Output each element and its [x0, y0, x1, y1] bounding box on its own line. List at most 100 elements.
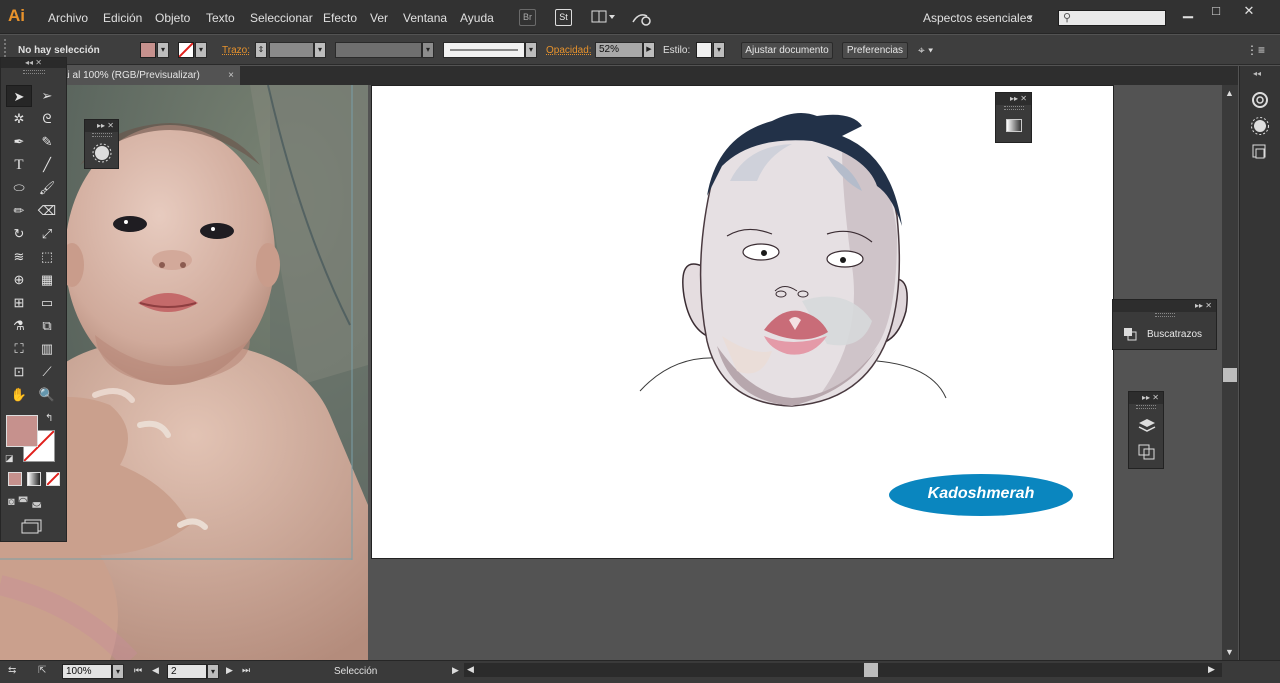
eyedropper-tool-icon[interactable]: ⚗: [6, 315, 32, 337]
horizontal-scroll-thumb[interactable]: [864, 663, 878, 677]
stroke-weight-stepper[interactable]: ⇕: [255, 42, 267, 58]
layers-mini-panel[interactable]: ▸▸ ✕: [1128, 391, 1164, 469]
pathfinder-title[interactable]: Buscatrazos: [1147, 329, 1202, 340]
scroll-up-icon[interactable]: ▲: [1225, 88, 1234, 98]
brush-definition[interactable]: [443, 42, 525, 58]
drawing-modes-icon[interactable]: ◙ ◚ ◛: [8, 495, 60, 511]
pen-tool-icon[interactable]: ✒: [6, 131, 32, 153]
rotate-view-mini-panel[interactable]: ▸▸ ✕: [84, 119, 119, 169]
zoom-field[interactable]: 100%: [62, 664, 112, 679]
close-tab-icon[interactable]: ×: [228, 66, 234, 85]
direct-selection-tool-icon[interactable]: ➢: [34, 85, 60, 107]
magic-wand-tool-icon[interactable]: ✲: [6, 108, 32, 130]
layers-icon[interactable]: [1137, 417, 1157, 435]
zoom-dropdown[interactable]: ▾: [112, 664, 124, 679]
gradient-tool-icon[interactable]: ▭: [34, 292, 60, 314]
warp-tool-icon[interactable]: ≋: [6, 246, 32, 268]
free-transform-tool-icon[interactable]: ⬚: [34, 246, 60, 268]
swap-fill-stroke-icon[interactable]: ↰: [45, 413, 53, 424]
stroke-label[interactable]: Trazo:: [222, 45, 250, 56]
brush-dropdown[interactable]: ▾: [525, 42, 537, 58]
eraser-tool-icon[interactable]: ⌫: [34, 200, 60, 222]
line-tool-icon[interactable]: ╱: [34, 154, 60, 176]
rotate-tool-icon[interactable]: ↻: [6, 223, 32, 245]
type-tool-icon[interactable]: T: [6, 154, 32, 176]
panel-menu-icon[interactable]: ⋮≡: [1246, 43, 1265, 57]
curvature-tool-icon[interactable]: ✎: [34, 131, 60, 153]
scroll-left-icon[interactable]: ◀: [467, 664, 474, 675]
creative-cloud-libraries-icon[interactable]: [1247, 90, 1273, 110]
scroll-right-icon[interactable]: ▶: [1208, 664, 1215, 675]
stock-icon[interactable]: St: [555, 9, 572, 26]
menu-archivo[interactable]: Archivo: [48, 11, 88, 25]
variable-width-profile[interactable]: [335, 42, 422, 58]
graphic-style-swatch[interactable]: [696, 42, 712, 58]
document-tab[interactable]: ai al 100% (RGB/Previsualizar) ×: [60, 66, 240, 85]
fill-swatch[interactable]: [140, 42, 156, 58]
artboard-dropdown[interactable]: ▾: [207, 664, 219, 679]
menu-efecto[interactable]: Efecto: [323, 11, 357, 25]
symbol-sprayer-tool-icon[interactable]: ⛶: [6, 338, 32, 360]
pencil-tool-icon[interactable]: ✏: [6, 200, 32, 222]
pathfinder-icon[interactable]: [1123, 327, 1137, 341]
share-icon[interactable]: ⇆: [8, 665, 16, 676]
panel-grip[interactable]: [1003, 106, 1024, 110]
current-tool-status[interactable]: Selección: [334, 666, 377, 677]
gradient-mode-icon[interactable]: [27, 472, 41, 486]
menu-edicion[interactable]: Edición: [103, 11, 142, 25]
panel-grip[interactable]: [23, 70, 45, 74]
stroke-weight-field[interactable]: [269, 42, 314, 58]
selection-tool-icon[interactable]: ➤: [6, 85, 32, 107]
variable-width-dropdown[interactable]: ▾: [422, 42, 434, 58]
tools-panel-header[interactable]: ◂◂ ✕: [1, 58, 66, 68]
gpu-performance-icon[interactable]: [631, 10, 653, 26]
menu-ayuda[interactable]: Ayuda: [460, 11, 494, 25]
fit-document-button[interactable]: Ajustar documento: [741, 42, 833, 59]
lasso-tool-icon[interactable]: ᘓ: [34, 108, 60, 130]
artboard-number-field[interactable]: 2: [167, 664, 207, 679]
pathfinder-panel[interactable]: ▸▸ ✕ Buscatrazos: [1112, 299, 1217, 350]
scroll-down-icon[interactable]: ▼: [1225, 647, 1234, 657]
expand-panels-icon[interactable]: ◂◂: [1253, 69, 1261, 78]
panel-grip[interactable]: [91, 133, 112, 137]
export-icon[interactable]: ⇱: [38, 665, 46, 676]
search-input[interactable]: ⚲: [1058, 10, 1166, 26]
chevron-down-icon[interactable]: ▾: [1028, 12, 1033, 23]
stroke-dropdown[interactable]: ▾: [195, 42, 207, 58]
previous-artboard-icon[interactable]: ◀: [152, 665, 159, 676]
panel-grip[interactable]: [1136, 405, 1156, 409]
first-artboard-icon[interactable]: ⏮: [134, 665, 142, 676]
workspace-switcher[interactable]: Aspectos esenciales: [923, 11, 1032, 25]
appearance-icon[interactable]: [1247, 116, 1273, 136]
menu-objeto[interactable]: Objeto: [155, 11, 190, 25]
menu-texto[interactable]: Texto: [206, 11, 235, 25]
gradient-icon[interactable]: [1006, 119, 1022, 132]
fill-color-box[interactable]: [6, 415, 38, 447]
menu-seleccionar[interactable]: Seleccionar: [250, 11, 313, 25]
scale-tool-icon[interactable]: ⤢: [34, 223, 60, 245]
mesh-tool-icon[interactable]: ⊞: [6, 292, 32, 314]
color-mode-icon[interactable]: [8, 472, 22, 486]
arrange-documents-icon[interactable]: [591, 9, 617, 25]
last-artboard-icon[interactable]: ⏭: [242, 665, 250, 676]
none-mode-icon[interactable]: [46, 472, 60, 486]
select-similar-icon[interactable]: ⌖ ▾: [918, 43, 948, 57]
artboards-icon[interactable]: [1137, 443, 1157, 461]
horizontal-scrollbar[interactable]: ◀ ▶: [464, 663, 1222, 677]
canvas[interactable]: Kadoshmerah: [0, 85, 1222, 660]
maximize-icon[interactable]: □: [1201, 2, 1231, 20]
paintbrush-tool-icon[interactable]: 🖌: [34, 177, 60, 199]
menu-ventana[interactable]: Ventana: [403, 11, 447, 25]
blend-tool-icon[interactable]: ⧉: [34, 315, 60, 337]
stroke-swatch[interactable]: [178, 42, 194, 58]
transform-icon[interactable]: [1247, 142, 1273, 162]
opacity-slider-toggle[interactable]: ▶: [643, 42, 655, 58]
perspective-grid-tool-icon[interactable]: ▦: [34, 269, 60, 291]
opacity-field[interactable]: 52%: [595, 42, 643, 58]
ellipse-tool-icon[interactable]: ⬭: [6, 177, 32, 199]
preferences-button[interactable]: Preferencias: [842, 42, 908, 59]
panel-grip[interactable]: [1154, 313, 1175, 317]
screen-mode-icon[interactable]: [21, 518, 45, 534]
opacity-label[interactable]: Opacidad:: [546, 45, 592, 56]
fill-dropdown[interactable]: ▾: [157, 42, 169, 58]
